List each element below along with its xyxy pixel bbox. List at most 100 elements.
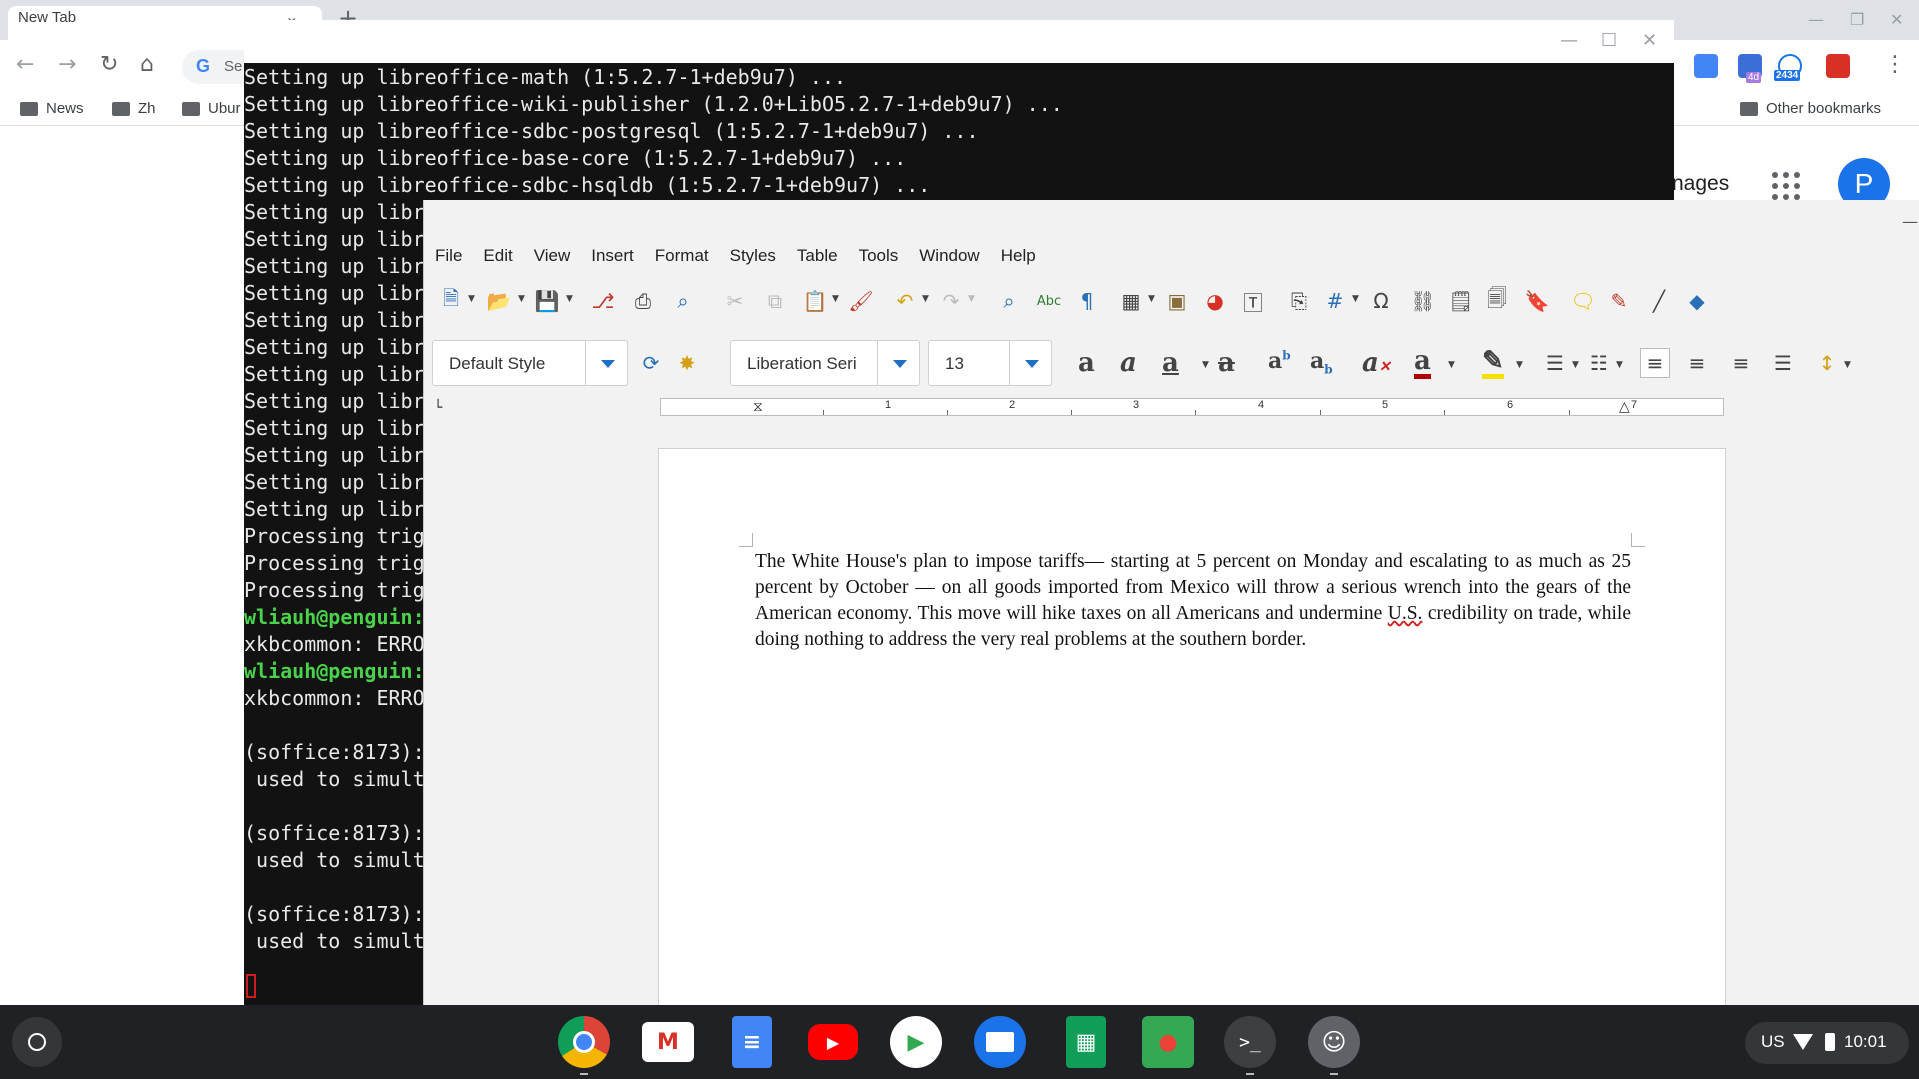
- font-size-combo[interactable]: 13: [928, 340, 1052, 386]
- line-spacing-dropdown-icon[interactable]: ▼: [1844, 360, 1851, 370]
- bold-icon[interactable]: a: [1078, 348, 1095, 378]
- font-size-dropdown-icon[interactable]: [1009, 341, 1051, 385]
- justify-icon[interactable]: ☰: [1768, 348, 1798, 378]
- bookmark-news[interactable]: News: [20, 100, 84, 117]
- new-style-icon[interactable]: ✸: [672, 348, 702, 378]
- menu-window[interactable]: Window: [908, 242, 989, 272]
- bookmark-other[interactable]: Other bookmarks: [1740, 100, 1881, 117]
- undo-dropdown-icon[interactable]: ▼: [922, 294, 929, 304]
- bullet-dropdown-icon[interactable]: ▼: [1572, 360, 1579, 370]
- undo-icon[interactable]: ↶: [890, 286, 920, 316]
- libreoffice-writer-window[interactable]: — File Edit View Insert Format Styles Ta…: [423, 200, 1919, 1008]
- google-maps-app-icon[interactable]: ●: [1142, 1016, 1194, 1068]
- input-locale[interactable]: US: [1761, 1032, 1785, 1052]
- google-sheets-app-icon[interactable]: ▦: [1066, 1016, 1106, 1068]
- basic-shapes-icon[interactable]: ◆: [1682, 286, 1712, 316]
- right-indent-marker-icon[interactable]: △: [1619, 399, 1630, 415]
- files-app-icon[interactable]: [974, 1016, 1026, 1068]
- forward-arrow-icon[interactable]: →: [58, 52, 76, 77]
- horizontal-ruler[interactable]: 1 2 3 4 5 6 7 ⧖ △: [660, 398, 1724, 416]
- translate-extension-icon[interactable]: [1694, 54, 1718, 78]
- bullet-list-icon[interactable]: ☰: [1540, 348, 1570, 378]
- open-folder-icon[interactable]: 📂: [484, 286, 514, 316]
- copy-icon[interactable]: ⧉: [760, 286, 790, 316]
- document-page[interactable]: The White House's plan to impose tariffs…: [658, 448, 1726, 1008]
- open-dropdown-icon[interactable]: ▼: [518, 294, 525, 304]
- bookmark-zh[interactable]: Zh: [112, 100, 156, 117]
- clone-formatting-icon[interactable]: 🖌: [846, 286, 876, 316]
- hyperlink-icon[interactable]: ⛓: [1408, 286, 1438, 316]
- chrome-close-icon[interactable]: ✕: [1890, 10, 1903, 29]
- chrome-app-icon[interactable]: [558, 1016, 610, 1068]
- new-document-icon[interactable]: 🗎: [436, 286, 466, 316]
- menu-help[interactable]: Help: [990, 242, 1046, 272]
- numbered-dropdown-icon[interactable]: ▼: [1616, 360, 1623, 370]
- underline-dropdown-icon[interactable]: ▼: [1202, 360, 1209, 370]
- terminal-app-icon[interactable]: >_: [1224, 1016, 1276, 1068]
- page-break-icon[interactable]: ⎘: [1284, 286, 1314, 316]
- new-dropdown-icon[interactable]: ▼: [468, 294, 475, 304]
- superscript-icon[interactable]: ab: [1268, 348, 1291, 374]
- print-icon[interactable]: ⎙: [628, 286, 658, 316]
- table-dropdown-icon[interactable]: ▼: [1148, 294, 1155, 304]
- highlight-dropdown-icon[interactable]: ▼: [1516, 360, 1523, 370]
- menu-format[interactable]: Format: [644, 242, 719, 272]
- field-dropdown-icon[interactable]: ▼: [1352, 294, 1359, 304]
- clear-formatting-icon[interactable]: a✕: [1362, 348, 1391, 378]
- subscript-icon[interactable]: ab: [1310, 348, 1333, 376]
- youtube-app-icon[interactable]: ▶: [808, 1024, 858, 1060]
- line-spacing-icon[interactable]: ↕: [1812, 348, 1842, 378]
- cut-icon[interactable]: ✂: [720, 286, 750, 316]
- font-color-icon[interactable]: a: [1414, 348, 1431, 379]
- insert-line-icon[interactable]: ╱: [1644, 286, 1674, 316]
- special-character-icon[interactable]: Ω: [1366, 286, 1396, 316]
- print-preview-icon[interactable]: ⌕: [668, 286, 698, 316]
- redo-dropdown-icon[interactable]: ▼: [968, 294, 975, 304]
- align-left-icon[interactable]: ≡: [1640, 348, 1670, 378]
- paragraph-style-dropdown-icon[interactable]: [585, 341, 627, 385]
- bookmark-icon[interactable]: 🔖: [1522, 286, 1552, 316]
- redo-icon[interactable]: ↷: [936, 286, 966, 316]
- align-right-icon[interactable]: ≡: [1726, 348, 1756, 378]
- launcher-button[interactable]: [12, 1017, 62, 1067]
- formatting-marks-icon[interactable]: ¶: [1072, 286, 1102, 316]
- menu-styles[interactable]: Styles: [719, 242, 786, 272]
- clock-time[interactable]: 10:01: [1844, 1032, 1887, 1052]
- google-apps-icon[interactable]: [1772, 172, 1800, 200]
- chrome-restore-icon[interactable]: ❐: [1850, 10, 1864, 29]
- chrome-menu-icon[interactable]: ⋮: [1884, 52, 1906, 77]
- menu-tools[interactable]: Tools: [848, 242, 909, 272]
- find-replace-icon[interactable]: ⌕: [994, 286, 1024, 316]
- menu-insert[interactable]: Insert: [580, 242, 644, 272]
- insert-field-icon[interactable]: #: [1320, 286, 1350, 316]
- paragraph-style-combo[interactable]: Default Style: [432, 340, 628, 386]
- update-style-icon[interactable]: ⟳: [636, 348, 666, 378]
- document-body-text[interactable]: The White House's plan to impose tariffs…: [755, 549, 1631, 653]
- align-center-icon[interactable]: ≡: [1682, 348, 1712, 378]
- google-images-link[interactable]: nages: [1672, 172, 1729, 196]
- play-store-app-icon[interactable]: ▶: [890, 1016, 942, 1068]
- highlight-icon[interactable]: ✎: [1482, 348, 1504, 379]
- insert-textbox-icon[interactable]: 🅃: [1238, 286, 1268, 316]
- spelling-icon[interactable]: Abc: [1034, 286, 1064, 316]
- endnote-icon[interactable]: 🗐: [1482, 286, 1512, 316]
- italic-icon[interactable]: a: [1120, 348, 1137, 378]
- gmail-app-icon[interactable]: M: [642, 1022, 694, 1062]
- track-changes-icon[interactable]: ✎: [1604, 286, 1634, 316]
- font-color-dropdown-icon[interactable]: ▼: [1448, 360, 1455, 370]
- numbered-list-icon[interactable]: ☷: [1584, 348, 1614, 378]
- insert-chart-icon[interactable]: ◕: [1200, 286, 1230, 316]
- writer-minimize-icon[interactable]: —: [1902, 212, 1918, 231]
- extension-icon-3[interactable]: [1826, 54, 1850, 78]
- insert-image-icon[interactable]: ▣: [1162, 286, 1192, 316]
- terminal-titlebar[interactable]: [244, 20, 1674, 63]
- comment-icon[interactable]: 🗨: [1568, 286, 1598, 316]
- insert-table-icon[interactable]: ▦: [1116, 286, 1146, 316]
- underline-icon[interactable]: a: [1162, 348, 1179, 378]
- font-name-combo[interactable]: Liberation Seri: [730, 340, 920, 386]
- home-icon[interactable]: ⌂: [140, 52, 154, 77]
- terminal-minimize-icon[interactable]: —: [1560, 30, 1578, 51]
- export-pdf-icon[interactable]: ⎇: [588, 286, 618, 316]
- strikethrough-icon[interactable]: a: [1218, 348, 1235, 378]
- bookmark-ubuntu[interactable]: Ubur: [182, 100, 241, 117]
